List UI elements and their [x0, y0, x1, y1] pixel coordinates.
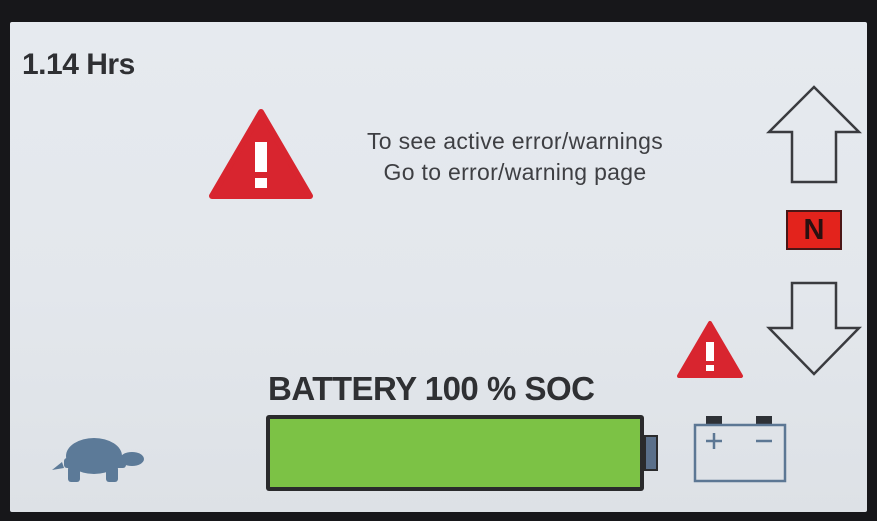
- arrow-down-icon[interactable]: [766, 280, 862, 378]
- battery-soc-label: BATTERY 100 % SOC: [268, 370, 595, 407]
- battery-level-cap: [644, 435, 658, 471]
- battery-level-fill: [270, 419, 640, 487]
- warning-triangle-icon[interactable]: [676, 320, 744, 380]
- hour-meter: 1.14 Hrs: [22, 48, 135, 81]
- display-screen: 1.14 Hrs To see active error/warnings Go…: [10, 22, 867, 512]
- battery-level-track: [270, 419, 640, 487]
- battery-terminal-icon[interactable]: [692, 414, 788, 484]
- message-line-1: To see active error/warnings: [366, 128, 664, 154]
- arrow-up-icon[interactable]: [766, 84, 862, 186]
- turtle-icon[interactable]: [50, 432, 146, 488]
- battery-level-bar: [266, 415, 644, 491]
- gear-indicator: N: [786, 210, 842, 250]
- error-warning-message: To see active error/warnings Go to error…: [298, 126, 732, 188]
- message-line-2: Go to error/warning page: [383, 159, 647, 185]
